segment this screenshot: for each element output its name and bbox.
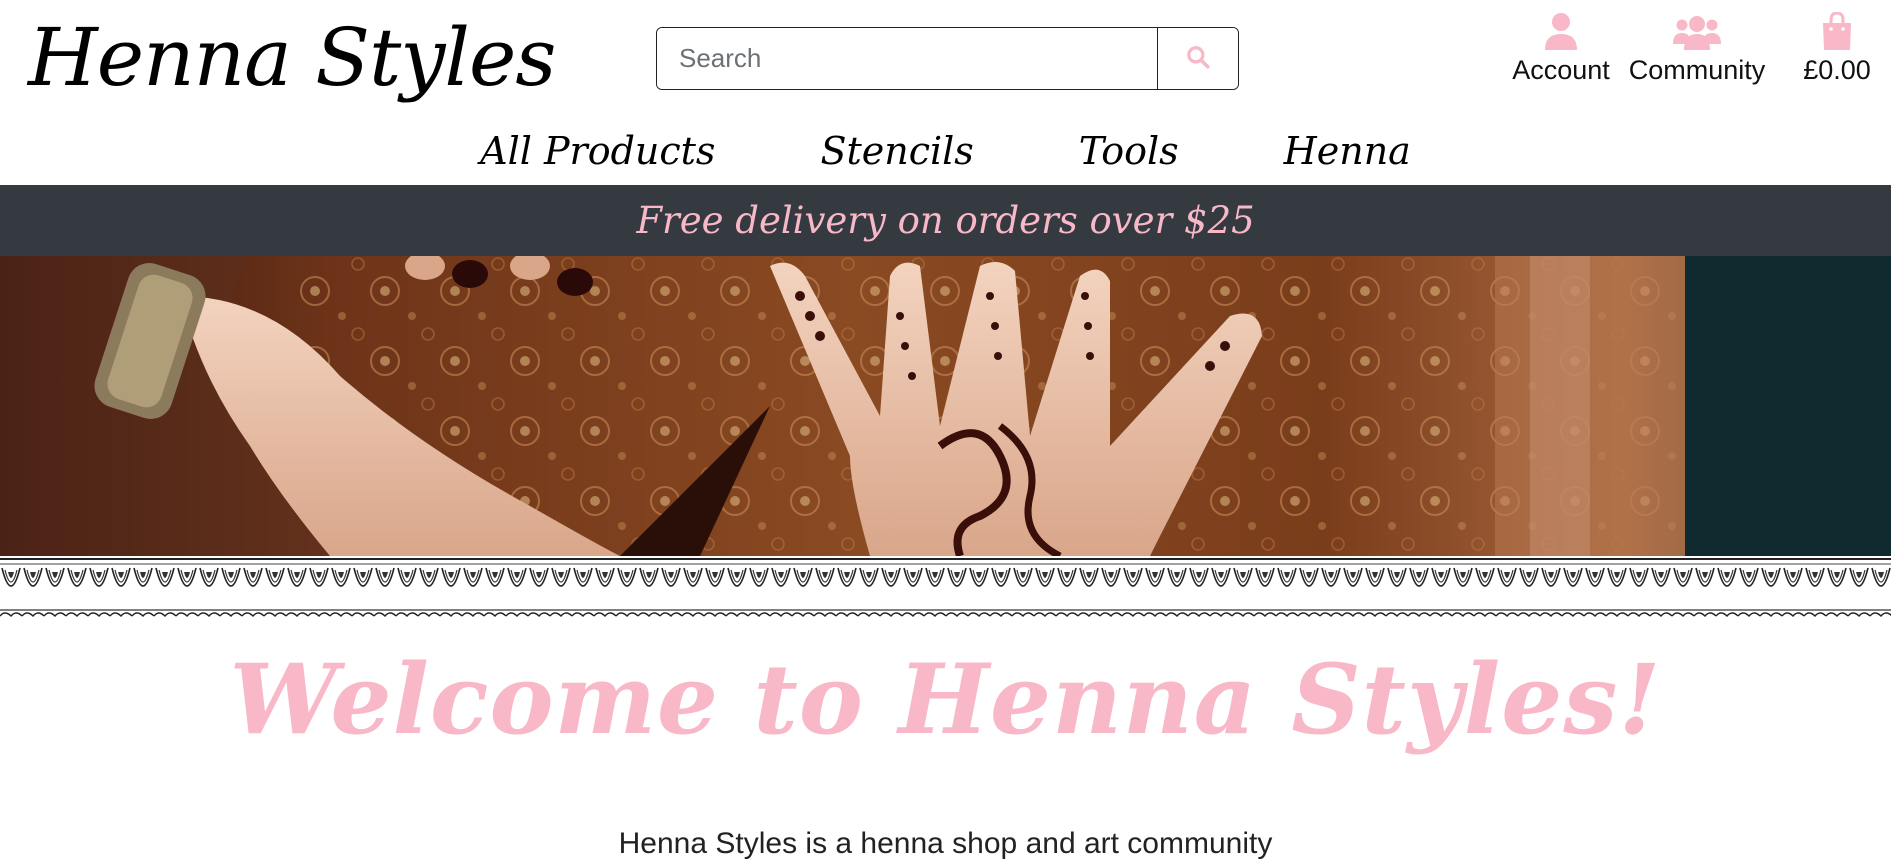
shopping-bag-link[interactable]: £0.00 xyxy=(1794,10,1880,90)
user-icon xyxy=(1544,10,1578,50)
users-icon xyxy=(1673,10,1721,50)
nav-item-tools[interactable]: Tools xyxy=(1079,129,1179,173)
main-nav: All Products Stencils Tools Henna xyxy=(0,120,1891,182)
delivery-banner-text: Free delivery on orders over $25 xyxy=(636,199,1255,242)
site-logo[interactable]: Henna Styles xyxy=(28,8,556,108)
lace-border xyxy=(0,556,1891,620)
delivery-banner: Free delivery on orders over $25 xyxy=(0,185,1891,256)
account-label: Account xyxy=(1512,55,1610,85)
hero-image xyxy=(0,256,1891,556)
site-header: Henna Styles Account xyxy=(0,0,1891,185)
nav-item-stencils[interactable]: Stencils xyxy=(820,129,973,173)
nav-item-henna[interactable]: Henna xyxy=(1284,129,1411,173)
search-icon xyxy=(1185,44,1211,73)
search-input[interactable] xyxy=(657,28,1157,89)
account-link[interactable]: Account xyxy=(1488,10,1634,90)
nav-item-all-products[interactable]: All Products xyxy=(480,129,715,173)
welcome-heading: Welcome to Henna Styles! xyxy=(229,643,1662,756)
intro-text: Henna Styles is a henna shop and art com… xyxy=(618,827,1273,860)
search-form xyxy=(656,27,1239,90)
shopping-bag-icon xyxy=(1821,10,1853,50)
search-button[interactable] xyxy=(1157,28,1238,89)
community-label: Community xyxy=(1628,55,1766,85)
community-link[interactable]: Community xyxy=(1618,10,1776,90)
bag-total-label: £0.00 xyxy=(1803,55,1871,85)
